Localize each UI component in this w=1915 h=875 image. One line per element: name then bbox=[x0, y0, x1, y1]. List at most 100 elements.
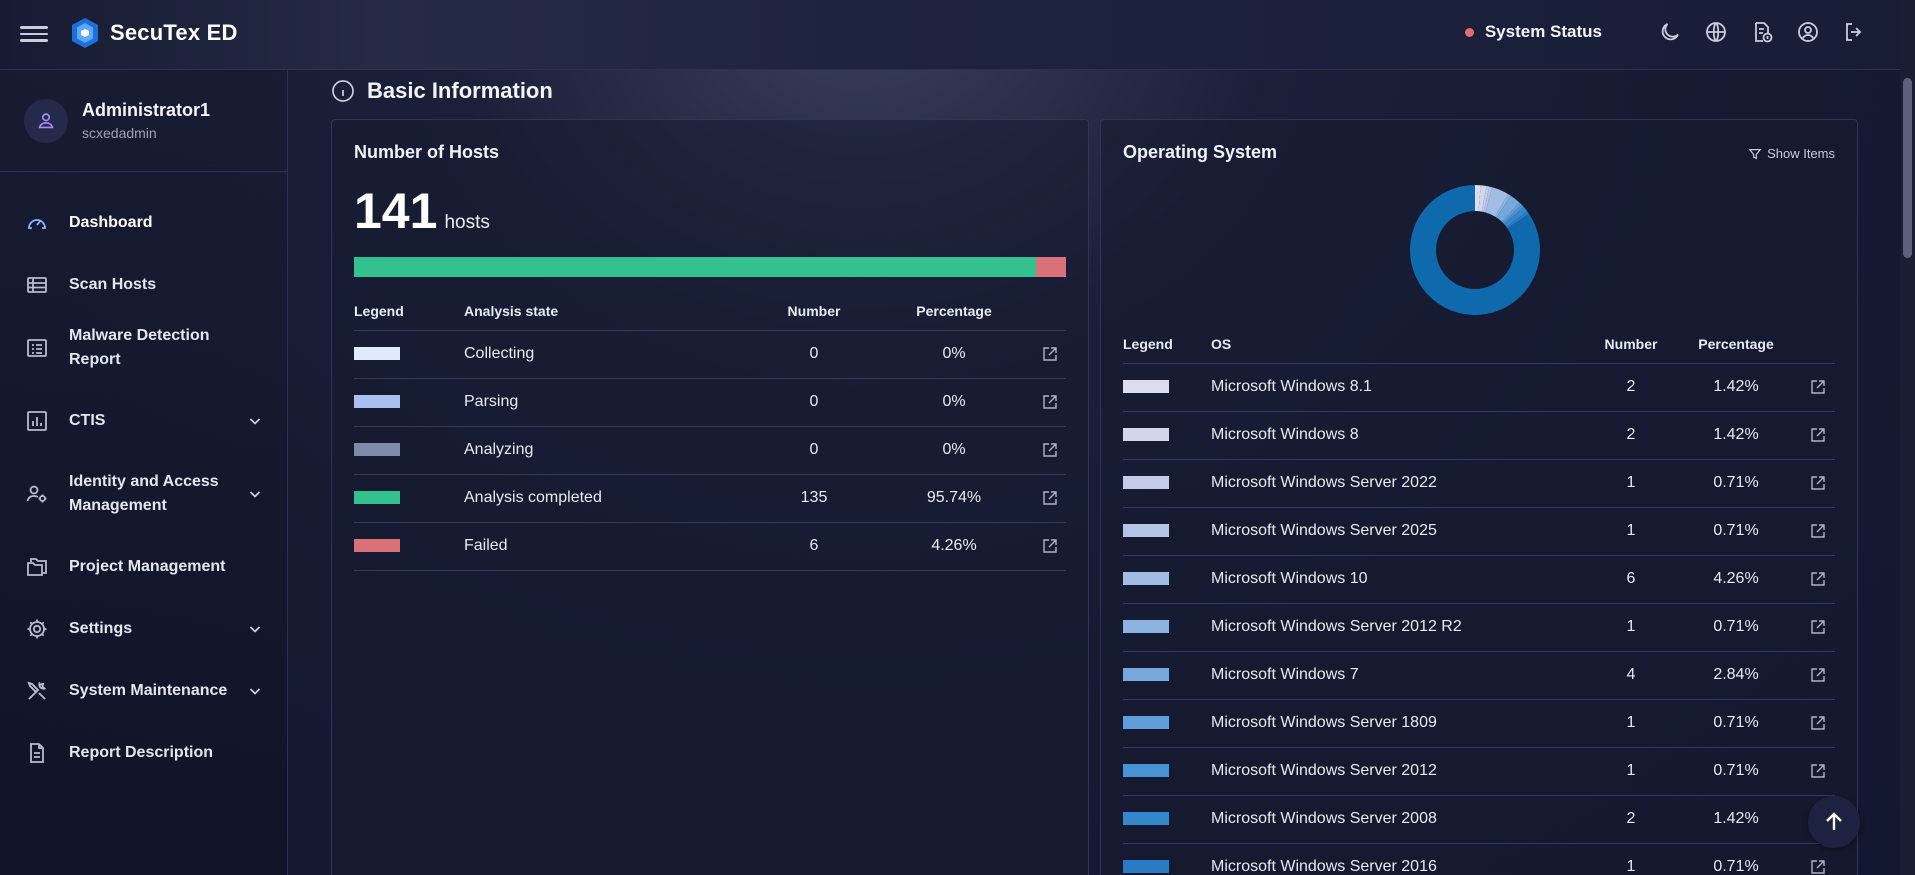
sidebar-item-label: Settings bbox=[69, 620, 133, 637]
sidebar-item-label: Project Management bbox=[69, 558, 226, 575]
user-gear-icon bbox=[24, 481, 50, 507]
percentage-cell: 0% bbox=[874, 329, 1034, 378]
number-cell: 1 bbox=[1591, 842, 1671, 875]
sidebar-item-ctis[interactable]: CTIS bbox=[0, 396, 287, 446]
sidebar-item-settings[interactable]: Settings bbox=[0, 604, 287, 654]
sidebar-item-system-maintenance[interactable]: System Maintenance bbox=[0, 666, 287, 716]
open-external-icon[interactable] bbox=[1809, 474, 1827, 492]
scrollbar-top-track bbox=[1900, 0, 1915, 70]
document-info-icon[interactable] bbox=[1748, 18, 1776, 46]
percentage-cell: 95.74% bbox=[874, 473, 1034, 522]
user-login: scxedadmin bbox=[82, 125, 157, 141]
legend-swatch bbox=[1123, 524, 1169, 538]
legend-swatch bbox=[354, 347, 400, 361]
table-row: Microsoft Windows Server 2008 2 1.42% bbox=[1123, 794, 1835, 843]
open-external-icon[interactable] bbox=[1809, 618, 1827, 636]
os-name-cell: Microsoft Windows 8 bbox=[1211, 410, 1591, 459]
open-external-icon[interactable] bbox=[1809, 858, 1827, 875]
secutex-logo-icon bbox=[72, 18, 98, 48]
number-cell: 0 bbox=[754, 329, 874, 378]
legend-swatch bbox=[1123, 812, 1169, 826]
sidebar-item-label: Dashboard bbox=[69, 214, 153, 231]
percentage-cell: 0.71% bbox=[1671, 698, 1801, 747]
status-indicator-dot bbox=[1464, 27, 1474, 37]
percentage-cell: 0.71% bbox=[1671, 746, 1801, 795]
percentage-cell: 4.26% bbox=[874, 521, 1034, 571]
table-row: Microsoft Windows Server 2016 1 0.71% bbox=[1123, 842, 1835, 875]
table-row: Microsoft Windows Server 2012 R2 1 0.71% bbox=[1123, 602, 1835, 651]
show-items-button[interactable]: Show Items bbox=[1748, 146, 1835, 161]
percentage-cell: 0.71% bbox=[1671, 506, 1801, 555]
open-external-icon[interactable] bbox=[1809, 522, 1827, 540]
vertical-scrollbar[interactable] bbox=[1900, 70, 1915, 875]
col-os: OS bbox=[1211, 335, 1232, 352]
percentage-cell: 4.26% bbox=[1671, 554, 1801, 603]
open-external-icon[interactable] bbox=[1041, 441, 1059, 459]
folders-icon bbox=[24, 554, 50, 580]
stacked-bar-segment[interactable] bbox=[1035, 257, 1066, 277]
percentage-cell: 0.71% bbox=[1671, 602, 1801, 651]
logout-icon[interactable] bbox=[1840, 18, 1868, 46]
host-count-unit: hosts bbox=[444, 212, 490, 233]
sidebar-item-label: Report Description bbox=[69, 744, 214, 761]
hosts-card-title: Number of Hosts bbox=[354, 142, 500, 162]
section-header: Basic Information bbox=[331, 78, 553, 104]
stacked-bar-segment[interactable] bbox=[354, 257, 1036, 277]
sidebar-item-label: System Maintenance bbox=[69, 682, 228, 699]
open-external-icon[interactable] bbox=[1809, 762, 1827, 780]
account-circle-icon[interactable] bbox=[1794, 18, 1822, 46]
system-status-button[interactable]: System Status bbox=[1464, 22, 1602, 42]
language-globe-icon[interactable] bbox=[1702, 18, 1730, 46]
hamburger-menu-icon[interactable] bbox=[20, 22, 48, 46]
table-row: Microsoft Windows 7 4 2.84% bbox=[1123, 650, 1835, 699]
legend-swatch bbox=[1123, 860, 1169, 874]
os-name-cell: Microsoft Windows Server 2016 bbox=[1211, 842, 1591, 875]
col-actions bbox=[1801, 325, 1835, 363]
os-name-cell: Microsoft Windows 8.1 bbox=[1211, 362, 1591, 411]
number-cell: 2 bbox=[1591, 410, 1671, 459]
document-icon bbox=[24, 740, 50, 766]
sidebar-item-scan-hosts[interactable]: Scan Hosts bbox=[0, 260, 287, 310]
open-external-icon[interactable] bbox=[1041, 345, 1059, 363]
analysis-state-cell: Analysis completed bbox=[464, 473, 754, 522]
os-name-cell: Microsoft Windows Server 2022 bbox=[1211, 458, 1591, 507]
theme-moon-icon[interactable] bbox=[1656, 18, 1684, 46]
number-cell: 2 bbox=[1591, 362, 1671, 411]
table-row: Parsing 0 0% bbox=[354, 377, 1066, 426]
open-external-icon[interactable] bbox=[1809, 666, 1827, 684]
open-external-icon[interactable] bbox=[1809, 378, 1827, 396]
open-external-icon[interactable] bbox=[1809, 426, 1827, 444]
table-row: Collecting 0 0% bbox=[354, 329, 1066, 378]
col-number: Number bbox=[1604, 335, 1658, 352]
sidebar: Administrator1 scxedadmin Dashboard Scan… bbox=[0, 70, 288, 875]
gear-icon bbox=[24, 616, 50, 642]
os-card-title: Operating System bbox=[1123, 142, 1278, 162]
table-row: Microsoft Windows Server 2025 1 0.71% bbox=[1123, 506, 1835, 555]
sidebar-item-dashboard[interactable]: Dashboard bbox=[0, 198, 287, 248]
col-percentage: Percentage bbox=[916, 302, 992, 319]
analysis-state-table: Legend Analysis state Number Percentage … bbox=[354, 292, 1066, 571]
open-external-icon[interactable] bbox=[1041, 393, 1059, 411]
open-external-icon[interactable] bbox=[1809, 570, 1827, 588]
brand[interactable]: SecuTex ED bbox=[70, 17, 238, 49]
user-profile[interactable]: Administrator1 scxedadmin bbox=[0, 70, 287, 172]
number-cell: 1 bbox=[1591, 458, 1671, 507]
sidebar-item-malware-detection-report[interactable]: Malware Detection Report bbox=[0, 312, 287, 384]
show-items-label: Show Items bbox=[1767, 146, 1835, 161]
percentage-cell: 1.42% bbox=[1671, 794, 1801, 843]
scroll-to-top-button[interactable] bbox=[1808, 796, 1860, 848]
sidebar-item-report-description[interactable]: Report Description bbox=[0, 728, 287, 778]
os-name-cell: Microsoft Windows Server 2012 bbox=[1211, 746, 1591, 795]
scrollbar-thumb[interactable] bbox=[1903, 78, 1912, 258]
app-title: SecuTex ED bbox=[110, 20, 238, 45]
open-external-icon[interactable] bbox=[1809, 714, 1827, 732]
open-external-icon[interactable] bbox=[1041, 489, 1059, 507]
sidebar-item-label: Malware Detection Report bbox=[69, 327, 210, 368]
top-bar: SecuTex ED System Status bbox=[0, 0, 1900, 70]
sidebar-item-identity-access-management[interactable]: Identity and Access Management bbox=[0, 458, 287, 530]
sidebar-item-project-management[interactable]: Project Management bbox=[0, 542, 287, 592]
open-external-icon[interactable] bbox=[1041, 537, 1059, 555]
number-cell: 4 bbox=[1591, 650, 1671, 699]
user-icon bbox=[38, 112, 54, 128]
percentage-cell: 1.42% bbox=[1671, 362, 1801, 411]
